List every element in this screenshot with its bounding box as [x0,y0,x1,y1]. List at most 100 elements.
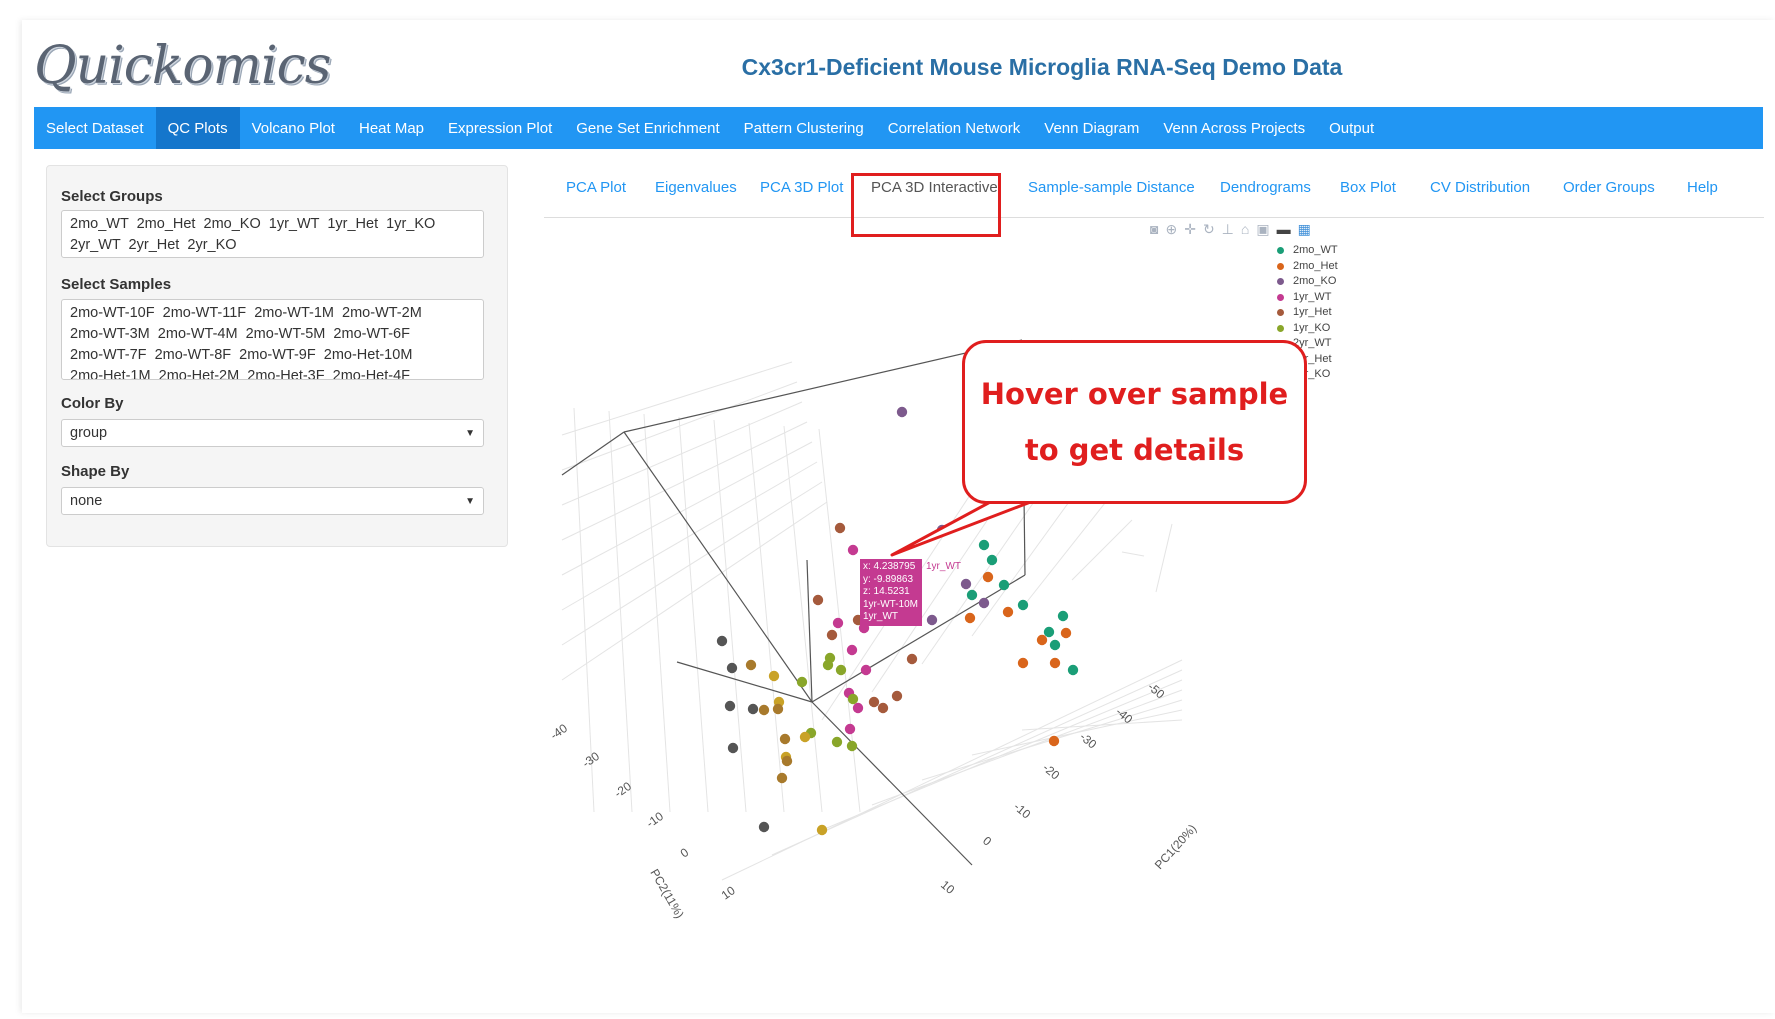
scatter-point[interactable] [877,702,889,714]
grid-line [1071,519,1133,581]
pca-3d-plot[interactable]: -40-30-20-10010-50-40-30-20-10010 PC2(11… [22,20,1775,1013]
scatter-point[interactable] [936,524,948,536]
scatter-point[interactable] [831,736,843,748]
scatter-point[interactable] [846,740,858,752]
scatter-point[interactable] [846,644,858,656]
axis-tick-label: -40 [548,721,571,743]
axis-tick-label: -30 [1077,730,1100,752]
scatter-point[interactable] [832,617,844,629]
scatter-point[interactable] [906,653,918,665]
pc2-axis-title: PC2(11%) [647,867,686,921]
tooltip-z: z: 14.5231 [863,586,910,597]
scatter-point[interactable] [727,742,739,754]
plot-box-edge [676,661,813,703]
scatter-point[interactable] [834,522,846,534]
callout-line-2: to get details [1024,433,1245,467]
axis-tick-label: 0 [980,834,994,849]
scatter-point[interactable] [844,723,856,735]
scatter-point[interactable] [986,554,998,566]
scatter-point[interactable] [998,579,1010,591]
grid-line [643,413,671,813]
axis-tick-label: 10 [938,878,957,898]
scatter-point[interactable] [812,594,824,606]
plot-box-edge [811,701,973,866]
scatter-point[interactable] [860,664,872,676]
scatter-point[interactable] [896,406,908,418]
scatter-point[interactable] [1057,610,1069,622]
scatter-point[interactable] [1043,626,1055,638]
scatter-point[interactable] [826,629,838,641]
tooltip-y: y: -9.89863 [863,573,914,585]
scatter-point[interactable] [1036,634,1048,646]
scatter-point[interactable] [847,693,859,705]
scatter-point[interactable] [1017,657,1029,669]
hover-callout: Hover over sample to get details [962,340,1307,504]
axis-tick-label: -30 [580,749,603,771]
scatter-point[interactable] [716,635,728,647]
hover-tooltip: x: 4.238795 y: -9.89863 z: 14.5231 1yr-W… [860,559,922,626]
scatter-point[interactable] [1017,599,1029,611]
app-window: Quickomics Cx3cr1-Deficient Mouse Microg… [22,20,1775,1013]
scatter-point[interactable] [799,731,811,743]
grid-line [748,422,785,813]
grid-line [561,381,798,471]
scatter-point[interactable] [847,544,859,556]
scatter-point[interactable] [1048,735,1060,747]
scatter-point[interactable] [978,539,990,551]
scatter-point[interactable] [1060,627,1072,639]
scatter-point[interactable] [966,589,978,601]
grid-line [713,419,747,813]
scatter-point[interactable] [1049,639,1061,651]
scatter-point[interactable] [747,703,759,715]
tooltip-x: x: 4.238795 [863,561,916,572]
scatter-point[interactable] [758,821,770,833]
grid-line [561,401,803,506]
axis-tick-label: 0 [678,845,692,860]
scatter-point[interactable] [776,772,788,784]
grid-line [561,441,813,576]
scatter-point[interactable] [1067,664,1079,676]
axis-tick-label: -20 [1040,761,1063,783]
scatter-point[interactable] [982,571,994,583]
axis-tick-label: -10 [644,809,667,831]
axis-tick-label: -10 [1011,800,1034,822]
grid-line [561,421,808,541]
grid-line [561,481,823,646]
grid-line [561,361,793,436]
plot-box-edge [561,431,625,476]
scatter-point[interactable] [835,664,847,676]
scatter-point[interactable] [964,612,976,624]
scatter-point[interactable] [726,662,738,674]
tooltip-group: 1yr_WT [863,611,898,622]
axis-tick-label: -50 [1145,680,1168,702]
scatter-point[interactable] [758,704,770,716]
grid-line [1155,523,1173,593]
grid-line [971,709,1183,756]
scatter-point[interactable] [796,676,808,688]
grid-line [561,461,818,611]
scatter-point[interactable] [745,659,757,671]
scatter-point[interactable] [1049,657,1061,669]
scatter-point[interactable] [816,824,828,836]
scatter-point[interactable] [891,690,903,702]
scatter-point[interactable] [781,755,793,767]
scatter-point[interactable] [960,578,972,590]
scatter-point[interactable] [779,733,791,745]
grid-line [721,659,1183,881]
tooltip-group-label: 1yr_WT [926,561,961,572]
scatter-point[interactable] [772,703,784,715]
scatter-point[interactable] [852,702,864,714]
tooltip-sample: 1yr-WT-10M [863,598,918,610]
scatter-point[interactable] [926,614,938,626]
scatter-point[interactable] [768,670,780,682]
scatter-point[interactable] [724,700,736,712]
axis-tick-label: 10 [719,883,738,902]
callout-line-1: Hover over sample [980,377,1289,411]
grid-line [608,410,633,813]
scatter-point[interactable] [1002,606,1014,618]
pc1-axis-title: PC1(20%) [1152,821,1199,872]
scatter-point[interactable] [824,652,836,664]
grid-line [771,669,1183,856]
scatter-point[interactable] [868,696,880,708]
scatter-point[interactable] [978,597,990,609]
